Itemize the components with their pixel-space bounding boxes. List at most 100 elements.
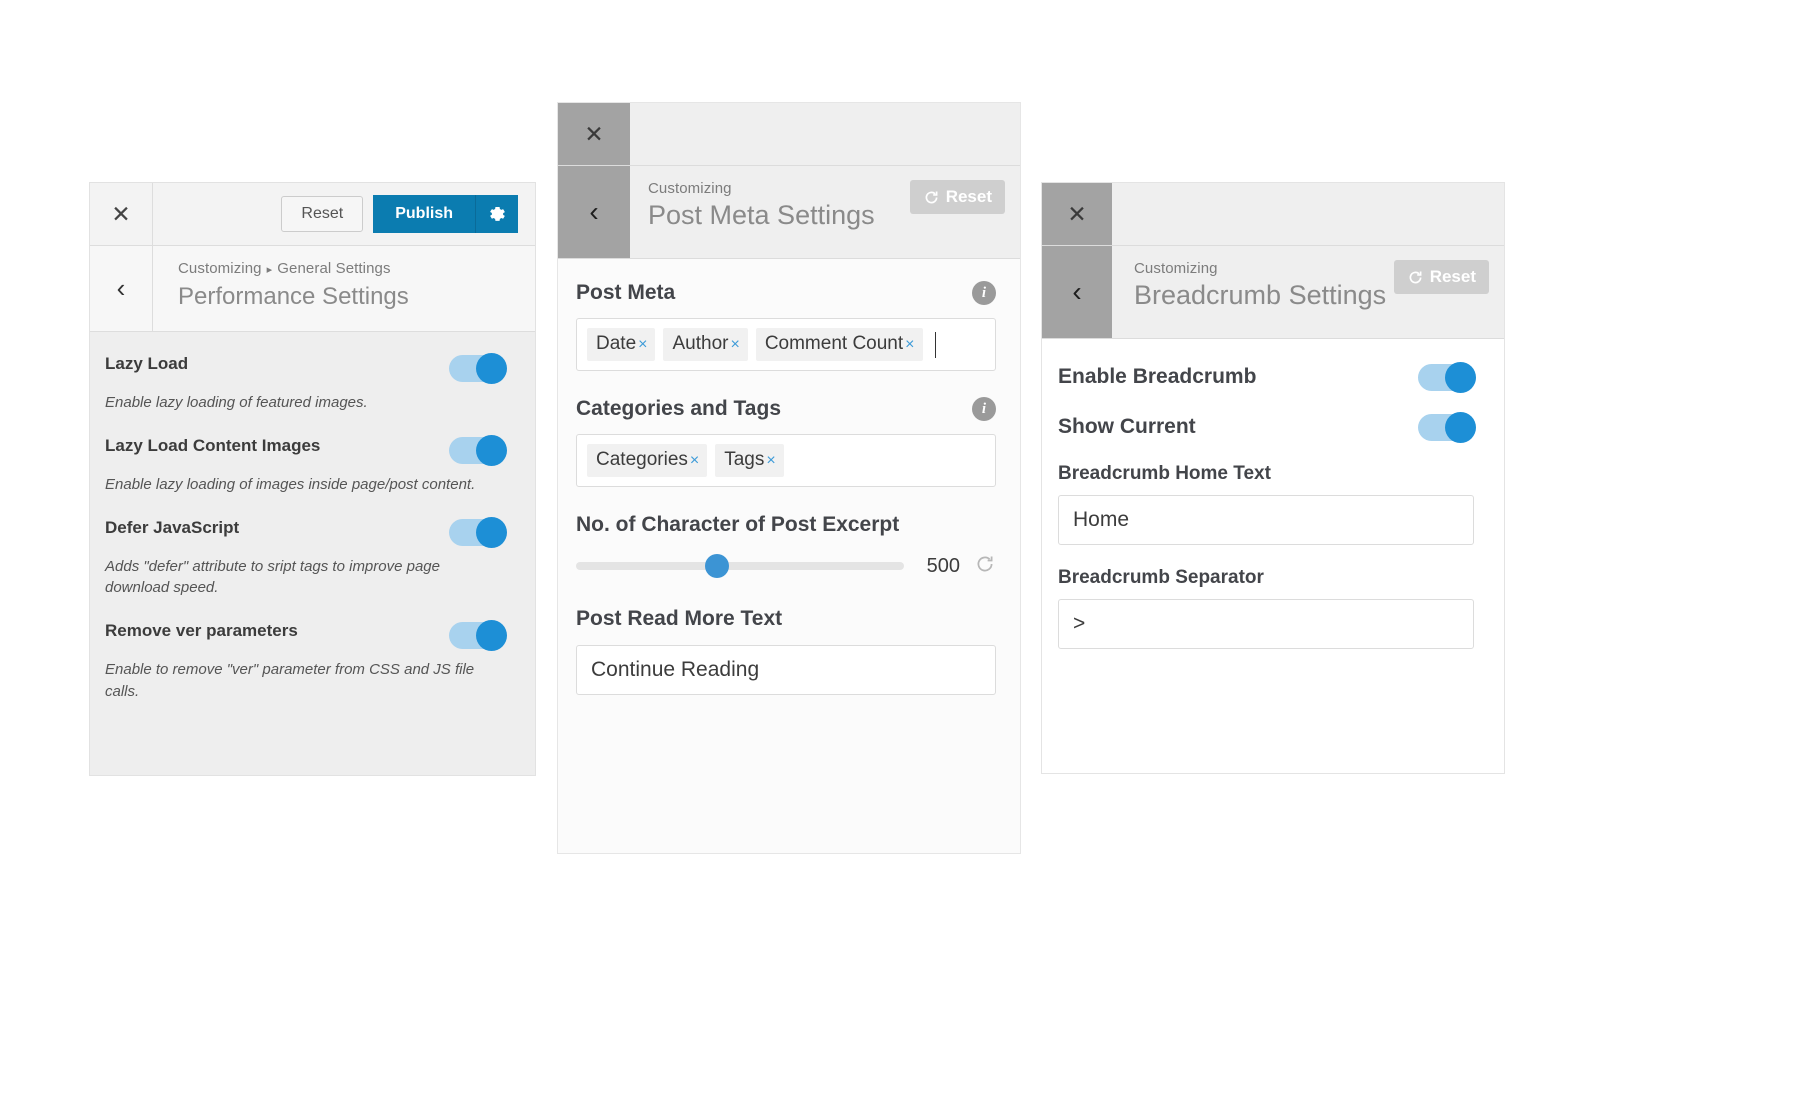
chevron-left-icon[interactable]: ‹ bbox=[1042, 246, 1112, 338]
excerpt-length-value: 500 bbox=[918, 555, 960, 578]
show-current-label: Show Current bbox=[1058, 415, 1196, 439]
close-icon[interactable]: ✕ bbox=[558, 103, 630, 165]
header-text: Customizing ▸ General Settings Performance… bbox=[153, 246, 409, 331]
post-meta-chip-input[interactable]: Date× Author× Comment Count× bbox=[576, 318, 996, 371]
close-small-icon[interactable]: × bbox=[766, 452, 775, 470]
breadcrumb-root[interactable]: Customizing bbox=[178, 260, 262, 277]
post-meta-field-head: Post Meta i bbox=[576, 281, 996, 305]
breadcrumb-separator-label: Breadcrumb Separator bbox=[1058, 567, 1474, 589]
breadcrumb-home-text-label: Breadcrumb Home Text bbox=[1058, 463, 1474, 485]
categories-tags-chip-input[interactable]: Categories× Tags× bbox=[576, 434, 996, 487]
read-more-title: Post Read More Text bbox=[576, 607, 996, 631]
breadcrumb-home-text-block: Breadcrumb Home Text bbox=[1058, 463, 1474, 545]
setting-row: Defer JavaScript bbox=[104, 518, 505, 546]
chip-label: Comment Count bbox=[765, 333, 903, 355]
setting-row: Lazy Load Content Images bbox=[104, 436, 505, 464]
breadcrumb-separator-icon: ▸ bbox=[267, 264, 273, 276]
chip-tags[interactable]: Tags× bbox=[715, 444, 783, 477]
breadcrumb-separator-input[interactable] bbox=[1058, 599, 1474, 649]
publish-group: Publish bbox=[373, 195, 518, 233]
breadcrumb-separator-block: Breadcrumb Separator bbox=[1058, 567, 1474, 649]
breadcrumb-parent[interactable]: General Settings bbox=[277, 260, 390, 277]
reset-label: Reset bbox=[946, 187, 992, 207]
breadcrumb-header: ‹ Customizing Breadcrumb Settings Reset bbox=[1042, 246, 1504, 339]
performance-header: ‹ Customizing ▸ General Settings Performan… bbox=[90, 246, 535, 332]
post-meta-title: Post Meta bbox=[576, 281, 675, 305]
defer-javascript-toggle[interactable] bbox=[449, 519, 505, 546]
setting-label: Lazy Load Content Images bbox=[104, 436, 320, 456]
text-caret bbox=[935, 332, 936, 358]
setting-defer-javascript: Defer JavaScript Adds "defer" attribute … bbox=[104, 518, 505, 600]
lazy-load-toggle[interactable] bbox=[449, 355, 505, 382]
chip-label: Date bbox=[596, 333, 636, 355]
breadcrumb: Customizing ▸ General Settings bbox=[178, 260, 409, 277]
chip-categories[interactable]: Categories× bbox=[587, 444, 707, 477]
slider-handle[interactable] bbox=[705, 554, 729, 578]
chip-date[interactable]: Date× bbox=[587, 328, 655, 361]
reset-button[interactable]: Reset bbox=[910, 180, 1005, 214]
performance-topbar: ✕ Reset Publish bbox=[90, 183, 535, 246]
chip-author[interactable]: Author× bbox=[663, 328, 747, 361]
close-icon[interactable]: ✕ bbox=[90, 183, 153, 245]
topbar-actions: Reset Publish bbox=[153, 183, 535, 245]
setting-label: Lazy Load bbox=[104, 354, 188, 374]
remove-ver-parameters-toggle[interactable] bbox=[449, 622, 505, 649]
categories-tags-field-head: Categories and Tags i bbox=[576, 397, 996, 421]
close-small-icon[interactable]: × bbox=[638, 336, 647, 354]
setting-description: Enable lazy loading of featured images. bbox=[105, 392, 505, 414]
breadcrumb-home-text-input[interactable] bbox=[1058, 495, 1474, 545]
setting-remove-ver-parameters: Remove ver parameters Enable to remove "… bbox=[104, 621, 505, 703]
breadcrumb-body: Enable Breadcrumb Show Current Breadcrum… bbox=[1042, 339, 1504, 649]
postmeta-header: ‹ Customizing Post Meta Settings Reset bbox=[558, 166, 1020, 259]
setting-lazy-load: Lazy Load Enable lazy loading of feature… bbox=[104, 354, 505, 414]
post-meta-settings-panel: ✕ ‹ Customizing Post Meta Settings Reset… bbox=[558, 103, 1020, 853]
excerpt-length-slider[interactable] bbox=[576, 562, 904, 570]
setting-description: Adds "defer" attribute to sript tags to … bbox=[105, 556, 505, 600]
breadcrumb-topbar: ✕ bbox=[1042, 183, 1504, 246]
info-icon[interactable]: i bbox=[972, 281, 996, 305]
excerpt-length-title: No. of Character of Post Excerpt bbox=[576, 513, 996, 537]
toggle-knob bbox=[1445, 412, 1476, 443]
chip-label: Tags bbox=[724, 449, 764, 471]
enable-breadcrumb-toggle[interactable] bbox=[1418, 364, 1474, 391]
lazy-load-content-images-toggle[interactable] bbox=[449, 437, 505, 464]
show-current-toggle[interactable] bbox=[1418, 414, 1474, 441]
reset-button[interactable]: Reset bbox=[1394, 260, 1489, 294]
excerpt-length-slider-row: 500 bbox=[576, 553, 996, 579]
toggle-knob bbox=[476, 517, 507, 548]
toggle-knob bbox=[476, 353, 507, 384]
gear-icon[interactable] bbox=[475, 195, 518, 233]
header-text: Customizing Breadcrumb Settings Reset bbox=[1112, 246, 1504, 338]
chevron-left-icon[interactable]: ‹ bbox=[558, 166, 630, 258]
performance-body: Lazy Load Enable lazy loading of feature… bbox=[90, 332, 535, 703]
header-text: Customizing Post Meta Settings Reset bbox=[630, 166, 1020, 258]
setting-row: Lazy Load bbox=[104, 354, 505, 382]
chip-label: Categories bbox=[596, 449, 688, 471]
toggle-knob bbox=[476, 435, 507, 466]
setting-description: Enable to remove "ver" parameter from CS… bbox=[105, 659, 505, 703]
chip-comment-count[interactable]: Comment Count× bbox=[756, 328, 923, 361]
setting-row: Remove ver parameters bbox=[104, 621, 505, 649]
toggle-knob bbox=[476, 620, 507, 651]
close-icon[interactable]: ✕ bbox=[1042, 183, 1112, 245]
read-more-input[interactable] bbox=[576, 645, 996, 695]
show-current-row: Show Current bbox=[1058, 413, 1474, 441]
reset-button[interactable]: Reset bbox=[281, 196, 363, 232]
chevron-left-icon[interactable]: ‹ bbox=[90, 246, 153, 331]
enable-breadcrumb-label: Enable Breadcrumb bbox=[1058, 365, 1256, 389]
publish-button[interactable]: Publish bbox=[373, 195, 475, 233]
reset-circular-arrow-icon[interactable] bbox=[974, 553, 996, 579]
info-icon[interactable]: i bbox=[972, 397, 996, 421]
reset-circular-arrow-icon bbox=[1407, 269, 1424, 286]
close-small-icon[interactable]: × bbox=[905, 336, 914, 354]
setting-label: Remove ver parameters bbox=[104, 621, 298, 641]
setting-label: Defer JavaScript bbox=[104, 518, 239, 538]
close-small-icon[interactable]: × bbox=[730, 336, 739, 354]
breadcrumb-settings-panel: ✕ ‹ Customizing Breadcrumb Settings Rese… bbox=[1042, 183, 1504, 773]
reset-label: Reset bbox=[1430, 267, 1476, 287]
categories-tags-title: Categories and Tags bbox=[576, 397, 781, 421]
reset-circular-arrow-icon bbox=[923, 189, 940, 206]
close-small-icon[interactable]: × bbox=[690, 452, 699, 470]
performance-settings-panel: ✕ Reset Publish ‹ Customizing ▸ General Se… bbox=[90, 183, 535, 775]
page-title: Performance Settings bbox=[178, 283, 409, 311]
